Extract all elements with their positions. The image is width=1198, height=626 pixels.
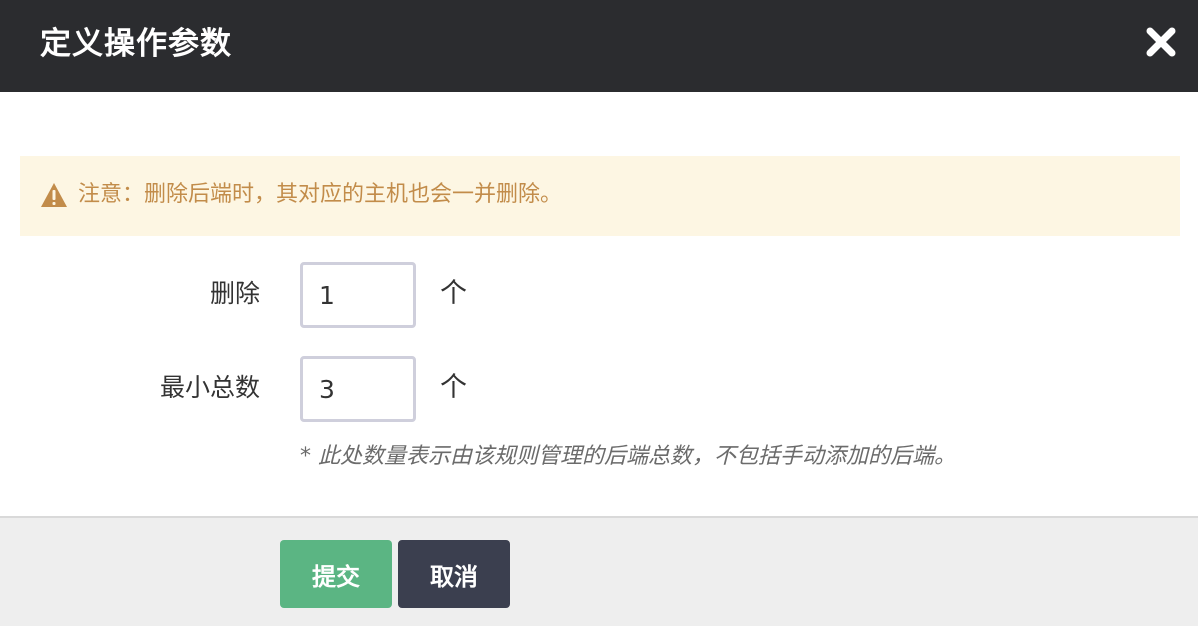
hint-text: * 此处数量表示由该规则管理的后端总数，不包括手动添加的后端。 <box>300 444 956 469</box>
warning-text: 注意：删除后端时，其对应的主机也会一并删除。 <box>78 182 563 207</box>
dialog-header: 定义操作参数 <box>0 0 1198 92</box>
delete-count-unit: 个 <box>440 278 467 309</box>
operation-params-dialog: 定义操作参数 注意：删除后端时，其对应的主机也会一并删除。 删除 个 最小总数 … <box>0 0 1198 626</box>
submit-button[interactable]: 提交 <box>280 540 392 608</box>
warning-icon <box>40 182 68 208</box>
min-total-input[interactable] <box>300 356 416 422</box>
cancel-button[interactable]: 取消 <box>398 540 510 608</box>
warning-alert: 注意：删除后端时，其对应的主机也会一并删除。 <box>20 156 1180 236</box>
min-total-unit: 个 <box>440 372 467 403</box>
close-icon[interactable] <box>1141 22 1181 62</box>
delete-count-label: 删除 <box>209 279 260 308</box>
dialog-footer: 提交 取消 <box>0 516 1198 626</box>
delete-count-input[interactable] <box>300 262 416 328</box>
dialog-title: 定义操作参数 <box>40 26 232 62</box>
min-total-label: 最小总数 <box>159 373 260 402</box>
